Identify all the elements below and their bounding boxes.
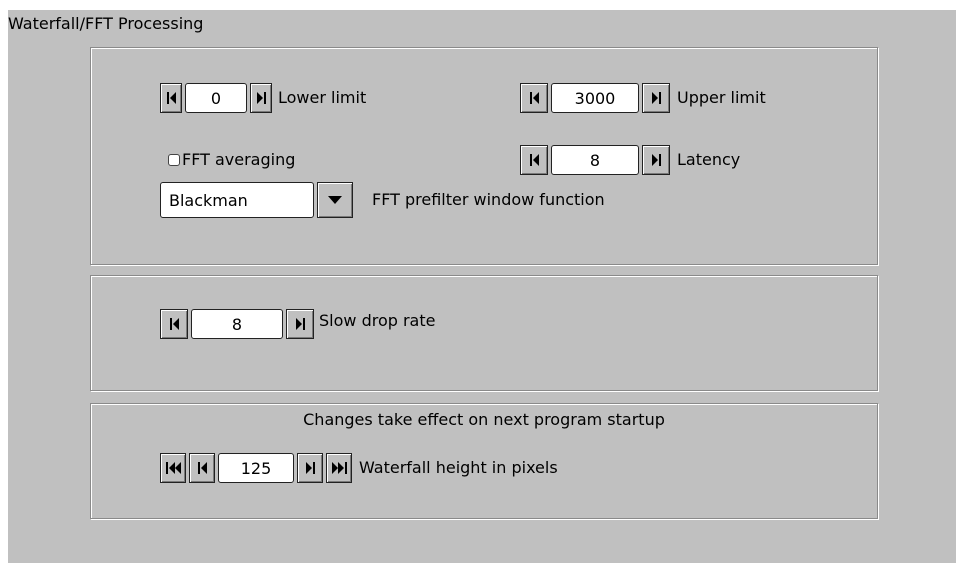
slow-drop-rate-increment-button[interactable]: [286, 309, 314, 339]
panel-title: Waterfall/FFT Processing: [8, 14, 204, 33]
upper-limit-label: Upper limit: [677, 88, 766, 107]
startup-note: Changes take effect on next program star…: [303, 410, 665, 429]
fft-averaging-label: FFT averaging: [182, 150, 296, 169]
lower-limit-value[interactable]: 0: [185, 83, 247, 113]
fft-settings-group: 0 Lower limit 3000 Upper limit FFT avera…: [90, 47, 878, 265]
window-function-dropdown-button[interactable]: [317, 182, 353, 218]
window-function-value: Blackman: [169, 190, 248, 210]
fft-averaging-checkbox[interactable]: [168, 154, 180, 166]
waterfall-height-label: Waterfall height in pixels: [359, 458, 558, 477]
upper-limit-value[interactable]: 3000: [551, 83, 639, 113]
right-arrow-icon: [305, 462, 315, 474]
left-arrow-icon: [529, 154, 539, 166]
left-arrow-icon: [166, 92, 176, 104]
upper-limit-increment-button[interactable]: [642, 83, 670, 113]
drop-rate-group: 8 Slow drop rate: [90, 275, 878, 391]
double-left-arrow-icon: [165, 462, 181, 474]
lower-limit-label: Lower limit: [278, 88, 367, 107]
right-arrow-icon: [651, 154, 661, 166]
latency-value[interactable]: 8: [551, 145, 639, 175]
lower-limit-increment-button[interactable]: [250, 83, 272, 113]
waterfall-height-fast-decrement-button[interactable]: [160, 453, 186, 483]
left-arrow-icon: [529, 92, 539, 104]
slow-drop-rate-value[interactable]: 8: [191, 309, 283, 339]
startup-settings-group: Changes take effect on next program star…: [90, 403, 878, 519]
window-function-label: FFT prefilter window function: [372, 190, 605, 209]
right-arrow-icon: [651, 92, 661, 104]
waterfall-height-fast-increment-button[interactable]: [326, 453, 352, 483]
left-arrow-icon: [197, 462, 207, 474]
latency-label: Latency: [677, 150, 741, 169]
waterfall-fft-panel: Waterfall/FFT Processing 0 Lower limit 3…: [8, 10, 956, 563]
upper-limit-decrement-button[interactable]: [520, 83, 548, 113]
left-arrow-icon: [169, 318, 179, 330]
waterfall-height-decrement-button[interactable]: [189, 453, 215, 483]
double-right-arrow-icon: [331, 462, 347, 474]
slow-drop-rate-label: Slow drop rate: [319, 311, 436, 330]
waterfall-height-increment-button[interactable]: [297, 453, 323, 483]
window-function-select[interactable]: Blackman: [160, 182, 314, 218]
right-arrow-icon: [256, 92, 266, 104]
slow-drop-rate-decrement-button[interactable]: [160, 309, 188, 339]
right-arrow-icon: [295, 318, 305, 330]
lower-limit-decrement-button[interactable]: [160, 83, 182, 113]
latency-increment-button[interactable]: [642, 145, 670, 175]
dropdown-arrow-icon: [328, 196, 342, 204]
waterfall-height-value[interactable]: 125: [218, 453, 294, 483]
latency-decrement-button[interactable]: [520, 145, 548, 175]
